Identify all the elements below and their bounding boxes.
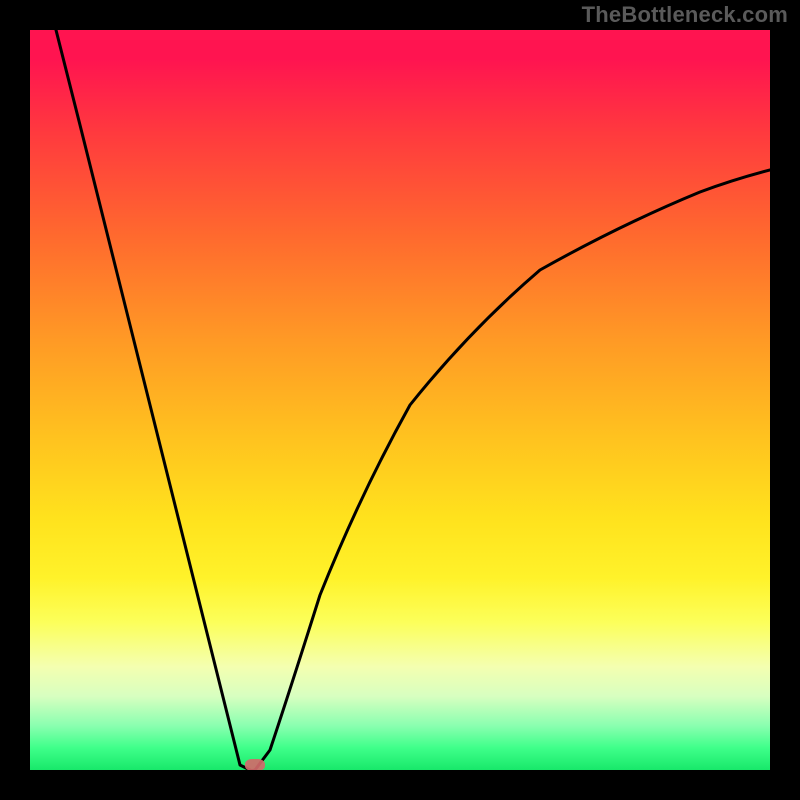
plot-area <box>30 30 770 770</box>
bottleneck-curve <box>56 30 770 770</box>
watermark-text: TheBottleneck.com <box>582 2 788 28</box>
curve-svg <box>30 30 770 770</box>
optimum-marker <box>245 759 265 770</box>
chart-frame: TheBottleneck.com <box>0 0 800 800</box>
